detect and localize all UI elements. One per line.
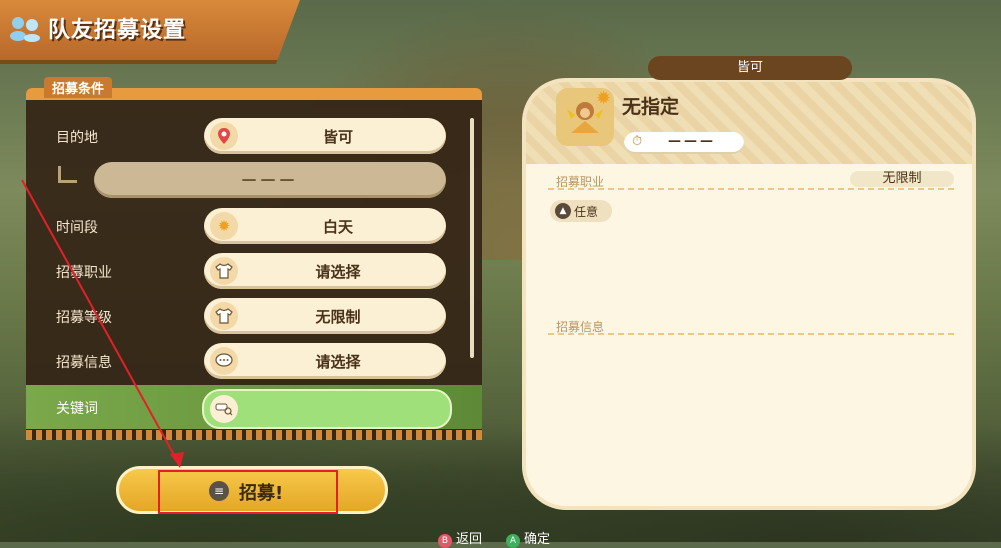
level-select[interactable]: 无限制 bbox=[204, 298, 446, 334]
time-label: 时间段 bbox=[56, 220, 98, 236]
speech-bubble-icon bbox=[210, 347, 238, 375]
job-select[interactable]: 请选择 bbox=[204, 253, 446, 289]
sub-destination-select: ——— bbox=[94, 162, 446, 198]
annotation-highlight-box bbox=[158, 470, 338, 514]
preview-destination: 无指定 bbox=[622, 96, 680, 118]
preview-job-tag-label: 任意 bbox=[574, 205, 599, 219]
back-hint[interactable]: B 返回 bbox=[438, 528, 482, 548]
title-banner: 队友招募设置 bbox=[0, 0, 300, 64]
confirm-hint[interactable]: A 确定 bbox=[506, 528, 550, 548]
info-label: 招募信息 bbox=[56, 355, 112, 371]
key-icon bbox=[210, 395, 238, 423]
time-select[interactable]: ✹ 白天 bbox=[204, 208, 446, 244]
shirt-icon bbox=[210, 302, 238, 330]
party-members-icon bbox=[10, 17, 40, 42]
time-value: 白天 bbox=[322, 218, 353, 236]
divider bbox=[548, 333, 954, 335]
preview-tab: 皆可 bbox=[648, 56, 852, 80]
level-label: 招募等级 bbox=[56, 310, 112, 326]
page-title: 队友招募设置 bbox=[48, 18, 187, 43]
sub-destination-value: ——— bbox=[241, 170, 299, 188]
destination-select[interactable]: 皆可 bbox=[204, 118, 446, 154]
location-pin-icon bbox=[210, 122, 238, 150]
divider bbox=[548, 188, 954, 190]
job-value: 请选择 bbox=[315, 263, 361, 281]
level-value: 无限制 bbox=[315, 308, 361, 326]
destination-value: 皆可 bbox=[322, 128, 353, 146]
preview-level-value: 无限制 bbox=[850, 171, 954, 187]
info-value: 请选择 bbox=[315, 353, 361, 371]
job-label: 招募职业 bbox=[56, 265, 112, 281]
shirt-icon bbox=[210, 257, 238, 285]
keyword-input[interactable] bbox=[202, 389, 452, 429]
destination-label: 目的地 bbox=[56, 130, 98, 146]
scrollbar[interactable] bbox=[470, 118, 474, 358]
b-button-icon: B bbox=[438, 534, 452, 548]
sun-icon: ✹ bbox=[210, 212, 238, 240]
conditions-section-tab: 招募条件 bbox=[44, 77, 113, 98]
keyword-label: 关键词 bbox=[56, 401, 98, 417]
sub-item-indicator bbox=[58, 166, 77, 183]
info-select[interactable]: 请选择 bbox=[204, 343, 446, 379]
confirm-hint-label: 确定 bbox=[524, 532, 551, 547]
preview-time-value: ——— bbox=[668, 134, 716, 149]
sun-icon: ✹ bbox=[596, 88, 612, 109]
stopwatch-icon: ⏱ bbox=[632, 134, 643, 149]
preview-time-pill: ⏱ ——— bbox=[624, 132, 744, 154]
panel-bottom-strip bbox=[26, 430, 482, 440]
shirt-icon: ▲ bbox=[555, 203, 571, 219]
preview-job-tag: ▲ 任意 bbox=[550, 200, 612, 222]
back-hint-label: 返回 bbox=[456, 532, 483, 547]
a-button-icon: A bbox=[506, 534, 520, 548]
